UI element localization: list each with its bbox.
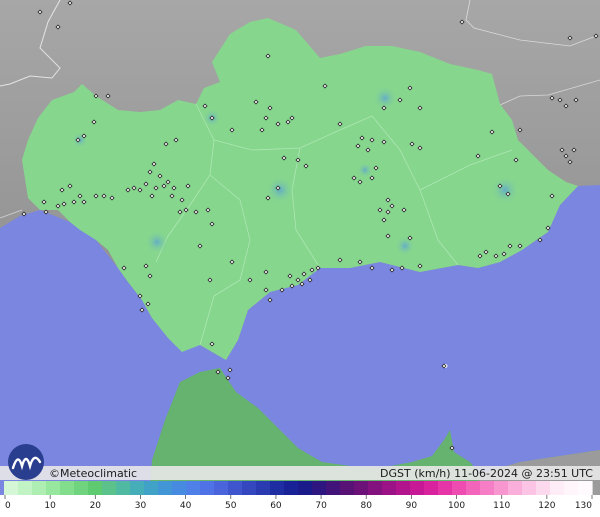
legend-tick-label: 50 (225, 501, 237, 511)
legend-tick-label: 120 (538, 501, 555, 511)
legend-swatch (508, 481, 523, 495)
legend-swatch (242, 481, 257, 495)
legend-swatch (536, 481, 551, 495)
legend-tick-label: 0 (5, 501, 11, 511)
legend-swatch (46, 481, 61, 495)
legend-swatch (88, 481, 103, 495)
legend-swatch (74, 481, 89, 495)
legend-tick-label: 130 (575, 501, 592, 511)
legend-swatch (270, 481, 285, 495)
legend-swatch (382, 481, 397, 495)
legend-swatch (424, 481, 439, 495)
legend-tick-label: 80 (361, 501, 373, 511)
legend-swatch (228, 481, 243, 495)
map-svg: ©Meteoclimatic DGST (km/h) 11-06-2024 @ … (0, 0, 600, 517)
legend-swatch (578, 481, 593, 495)
legend-swatch (354, 481, 369, 495)
legend-swatch (494, 481, 509, 495)
legend-swatch (60, 481, 75, 495)
legend-tick-label: 10 (44, 501, 56, 511)
legend-swatch (4, 481, 19, 495)
legend-swatch (158, 481, 173, 495)
legend-swatch (186, 481, 201, 495)
legend-swatch (144, 481, 159, 495)
legend-swatch (102, 481, 117, 495)
legend-swatch (480, 481, 495, 495)
map-info: DGST (km/h) 11-06-2024 @ 23:51 UTC (380, 467, 593, 480)
legend-swatch (452, 481, 467, 495)
legend-swatch (172, 481, 187, 495)
brand-text: ©Meteoclimatic (49, 467, 137, 480)
legend-tick-label: 40 (180, 501, 192, 511)
legend-swatch (326, 481, 341, 495)
legend-tick-label: 100 (448, 501, 465, 511)
legend-swatch (550, 481, 565, 495)
legend-swatch (466, 481, 481, 495)
legend-swatch (18, 481, 33, 495)
legend-swatch (368, 481, 383, 495)
legend-tick-label: 60 (270, 501, 282, 511)
legend-swatch (396, 481, 411, 495)
legend-tick-label: 90 (406, 501, 418, 511)
legend-swatch (410, 481, 425, 495)
legend-tick-label: 70 (315, 501, 327, 511)
legend-swatch (438, 481, 453, 495)
legend-swatch (284, 481, 299, 495)
legend-swatch (564, 481, 579, 495)
legend-swatch (522, 481, 537, 495)
legend-swatch (214, 481, 229, 495)
legend-scale (0, 481, 600, 517)
legend-swatch (312, 481, 327, 495)
legend-tick-label: 30 (135, 501, 147, 511)
map-container: ©Meteoclimatic DGST (km/h) 11-06-2024 @ … (0, 0, 600, 517)
legend-swatch (340, 481, 355, 495)
legend-tick-label: 110 (493, 501, 510, 511)
legend-swatch (256, 481, 271, 495)
legend-swatch (200, 481, 215, 495)
brand-logo (8, 444, 44, 480)
legend-swatch (116, 481, 131, 495)
legend-swatch (298, 481, 313, 495)
legend-swatch (32, 481, 47, 495)
legend-tick-label: 20 (90, 501, 102, 511)
legend-swatch (130, 481, 145, 495)
